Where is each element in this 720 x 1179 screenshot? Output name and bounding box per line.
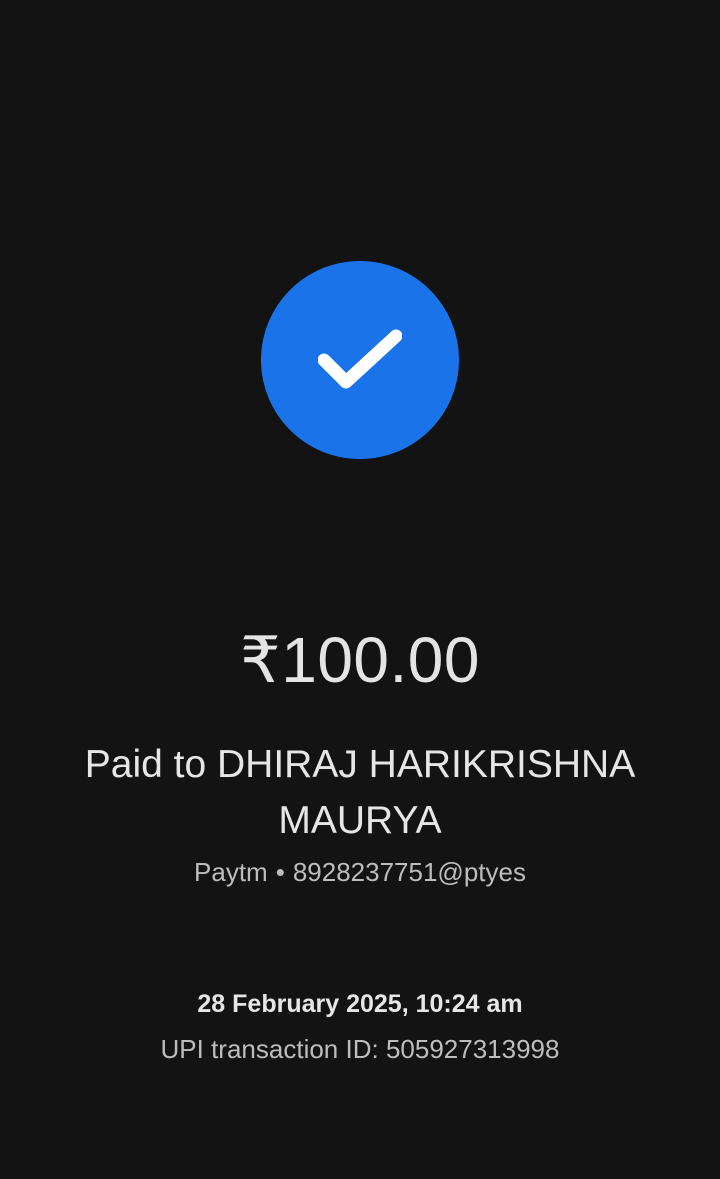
check-icon — [318, 329, 402, 389]
separator-dot: • — [275, 857, 285, 887]
payee-upi-line: Paytm • 8928237751@ptyes — [0, 855, 720, 889]
success-badge — [261, 261, 459, 459]
payee-upi-id: 8928237751@ptyes — [292, 857, 526, 887]
transaction-id-label: UPI transaction ID: — [160, 1034, 379, 1064]
payee-name: Paid to DHIRAJ HARIKRISHNA MAURYA — [84, 743, 636, 842]
transaction-id-value: 505927313998 — [385, 1034, 560, 1064]
payment-datetime: 28 February 2025, 10:24 am — [197, 990, 523, 1018]
payment-amount: ₹100.00 — [240, 624, 480, 696]
payee-app: Paytm — [194, 857, 268, 887]
transaction-id-line: UPI transaction ID: 505927313998 — [0, 1032, 720, 1066]
